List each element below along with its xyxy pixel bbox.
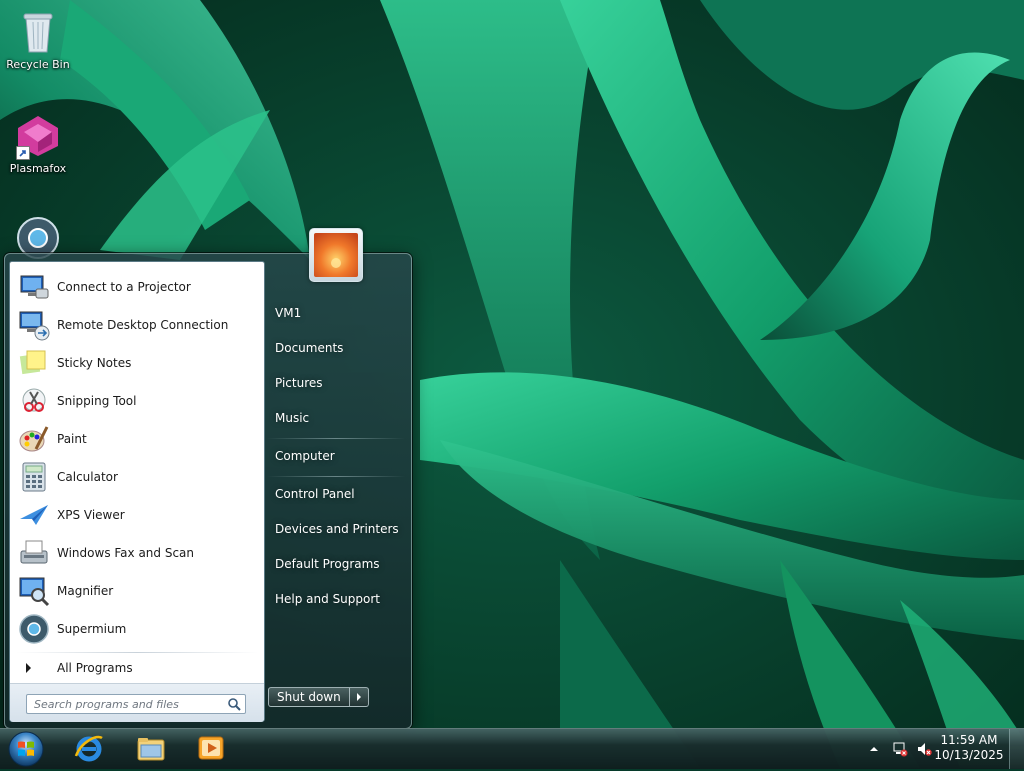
file-explorer-icon — [135, 732, 167, 767]
places-separator — [267, 476, 405, 477]
program-label: Snipping Tool — [57, 394, 137, 408]
taskbar-internet-explorer[interactable] — [66, 731, 112, 767]
taskbar-file-explorer[interactable] — [128, 731, 174, 767]
program-label: Supermium — [57, 622, 127, 636]
chevron-right-icon — [26, 663, 31, 673]
place-help-support[interactable]: Help and Support — [267, 585, 405, 613]
search-box[interactable] — [26, 694, 246, 714]
all-programs-label: All Programs — [57, 661, 133, 675]
place-default-programs[interactable]: Default Programs — [267, 550, 405, 578]
system-tray: 11:59 AM 10/13/2025 — [864, 729, 1024, 769]
magnifier-icon — [18, 575, 50, 607]
program-calculator[interactable]: Calculator — [14, 459, 260, 495]
recycle-bin-icon — [14, 8, 62, 56]
start-menu: Connect to a Projector Remote Desktop Co… — [4, 228, 412, 729]
search-icon[interactable] — [227, 697, 241, 711]
search-input[interactable] — [27, 695, 224, 713]
clock[interactable]: 11:59 AM 10/13/2025 — [934, 733, 1004, 763]
calculator-icon — [18, 461, 50, 493]
program-fax-and-scan[interactable]: Windows Fax and Scan — [14, 535, 260, 571]
program-sticky-notes[interactable]: Sticky Notes — [14, 345, 260, 381]
program-label: Magnifier — [57, 584, 114, 598]
desktop-icon-label: Recycle Bin — [6, 58, 70, 71]
program-supermium[interactable]: Supermium — [14, 611, 260, 647]
xps-viewer-icon — [18, 499, 50, 531]
program-label: XPS Viewer — [57, 508, 125, 522]
program-connect-to-projector[interactable]: Connect to a Projector — [14, 269, 260, 305]
user-picture[interactable] — [309, 228, 363, 282]
search-area — [10, 683, 264, 722]
start-menu-programs-pane: Connect to a Projector Remote Desktop Co… — [9, 261, 265, 722]
internet-explorer-icon — [73, 732, 105, 767]
desktop-icon-label: Plasmafox — [9, 162, 67, 175]
program-snipping-tool[interactable]: Snipping Tool — [14, 383, 260, 419]
place-control-panel[interactable]: Control Panel — [267, 480, 405, 508]
media-player-icon — [195, 732, 227, 767]
remote-desktop-icon — [18, 309, 50, 341]
place-documents[interactable]: Documents — [267, 334, 405, 362]
shutdown-group: Shut down — [268, 687, 369, 707]
flower-icon — [314, 233, 358, 277]
desktop-icon-recycle-bin[interactable]: Recycle Bin — [0, 8, 76, 71]
place-computer[interactable]: Computer — [267, 442, 405, 470]
program-label: Windows Fax and Scan — [57, 546, 195, 560]
program-paint[interactable]: Paint — [14, 421, 260, 457]
network-icon[interactable] — [892, 741, 908, 757]
projector-icon — [18, 271, 50, 303]
shutdown-options-button[interactable] — [348, 687, 369, 707]
shutdown-button[interactable]: Shut down — [268, 687, 349, 707]
plasmafox-icon — [14, 112, 62, 160]
shortcut-arrow-icon — [16, 146, 30, 160]
volume-muted-icon[interactable] — [916, 741, 932, 757]
start-button[interactable] — [6, 730, 46, 768]
places-separator — [267, 438, 405, 439]
program-xps-viewer[interactable]: XPS Viewer — [14, 497, 260, 533]
programs-separator — [16, 652, 258, 653]
paint-icon — [18, 423, 50, 455]
program-magnifier[interactable]: Magnifier — [14, 573, 260, 609]
program-label: Sticky Notes — [57, 356, 132, 370]
place-music[interactable]: Music — [267, 404, 405, 432]
place-devices-printers[interactable]: Devices and Printers — [267, 515, 405, 543]
show-hidden-icons-icon[interactable] — [866, 741, 882, 757]
program-label: Calculator — [57, 470, 118, 484]
sticky-notes-icon — [18, 347, 50, 379]
place-user-folder[interactable]: VM1 — [267, 299, 405, 327]
program-label: Connect to a Projector — [57, 280, 191, 294]
chevron-right-icon — [356, 693, 361, 701]
taskbar: 11:59 AM 10/13/2025 — [0, 728, 1024, 769]
program-label: Remote Desktop Connection — [57, 318, 229, 332]
desktop-icon-plasmafox[interactable]: Plasmafox — [0, 112, 76, 175]
all-programs-button[interactable]: All Programs — [14, 657, 260, 679]
fax-scan-icon — [18, 537, 50, 569]
show-desktop-button[interactable] — [1009, 729, 1024, 769]
snipping-tool-icon — [18, 385, 50, 417]
supermium-icon — [18, 613, 50, 645]
taskbar-media-player[interactable] — [188, 731, 234, 767]
clock-date: 10/13/2025 — [934, 748, 1004, 762]
program-label: Paint — [57, 432, 87, 446]
clock-time: 11:59 AM — [940, 733, 998, 747]
program-remote-desktop[interactable]: Remote Desktop Connection — [14, 307, 260, 343]
place-pictures[interactable]: Pictures — [267, 369, 405, 397]
